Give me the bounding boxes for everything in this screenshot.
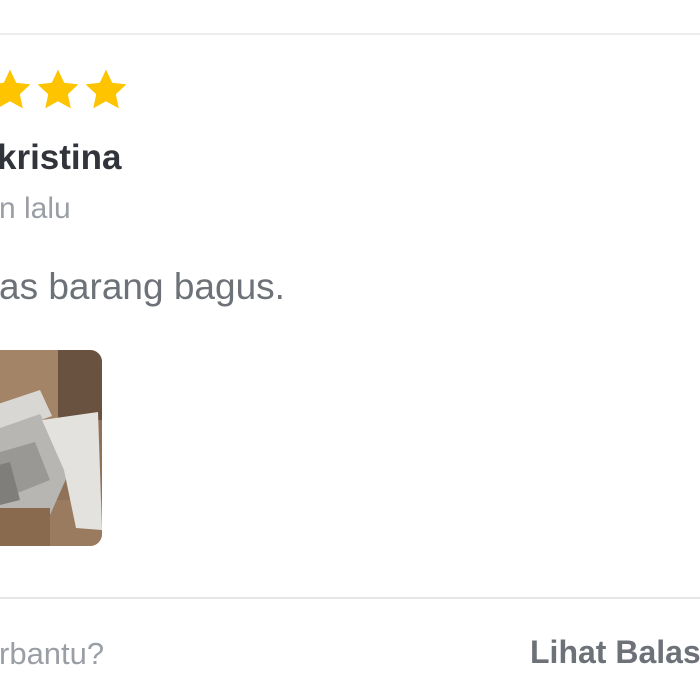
rating-stars bbox=[0, 66, 130, 114]
star-icon bbox=[0, 69, 31, 109]
review-text: as barang bagus. bbox=[0, 266, 285, 307]
review-time: n lalu bbox=[0, 192, 71, 225]
bottom-divider bbox=[0, 597, 700, 599]
see-replies-button[interactable]: Lihat Balas bbox=[530, 634, 700, 671]
review-photo-image bbox=[0, 350, 102, 546]
top-divider bbox=[0, 33, 700, 35]
reviewer-name: kristina bbox=[0, 138, 122, 177]
review-card: kristina n lalu as barang bagus. rbantu?… bbox=[0, 0, 700, 700]
helpful-button[interactable]: rbantu? bbox=[0, 636, 104, 672]
star-icon bbox=[37, 69, 79, 109]
star-icon bbox=[85, 69, 127, 109]
review-photo-thumbnail[interactable] bbox=[0, 350, 102, 546]
